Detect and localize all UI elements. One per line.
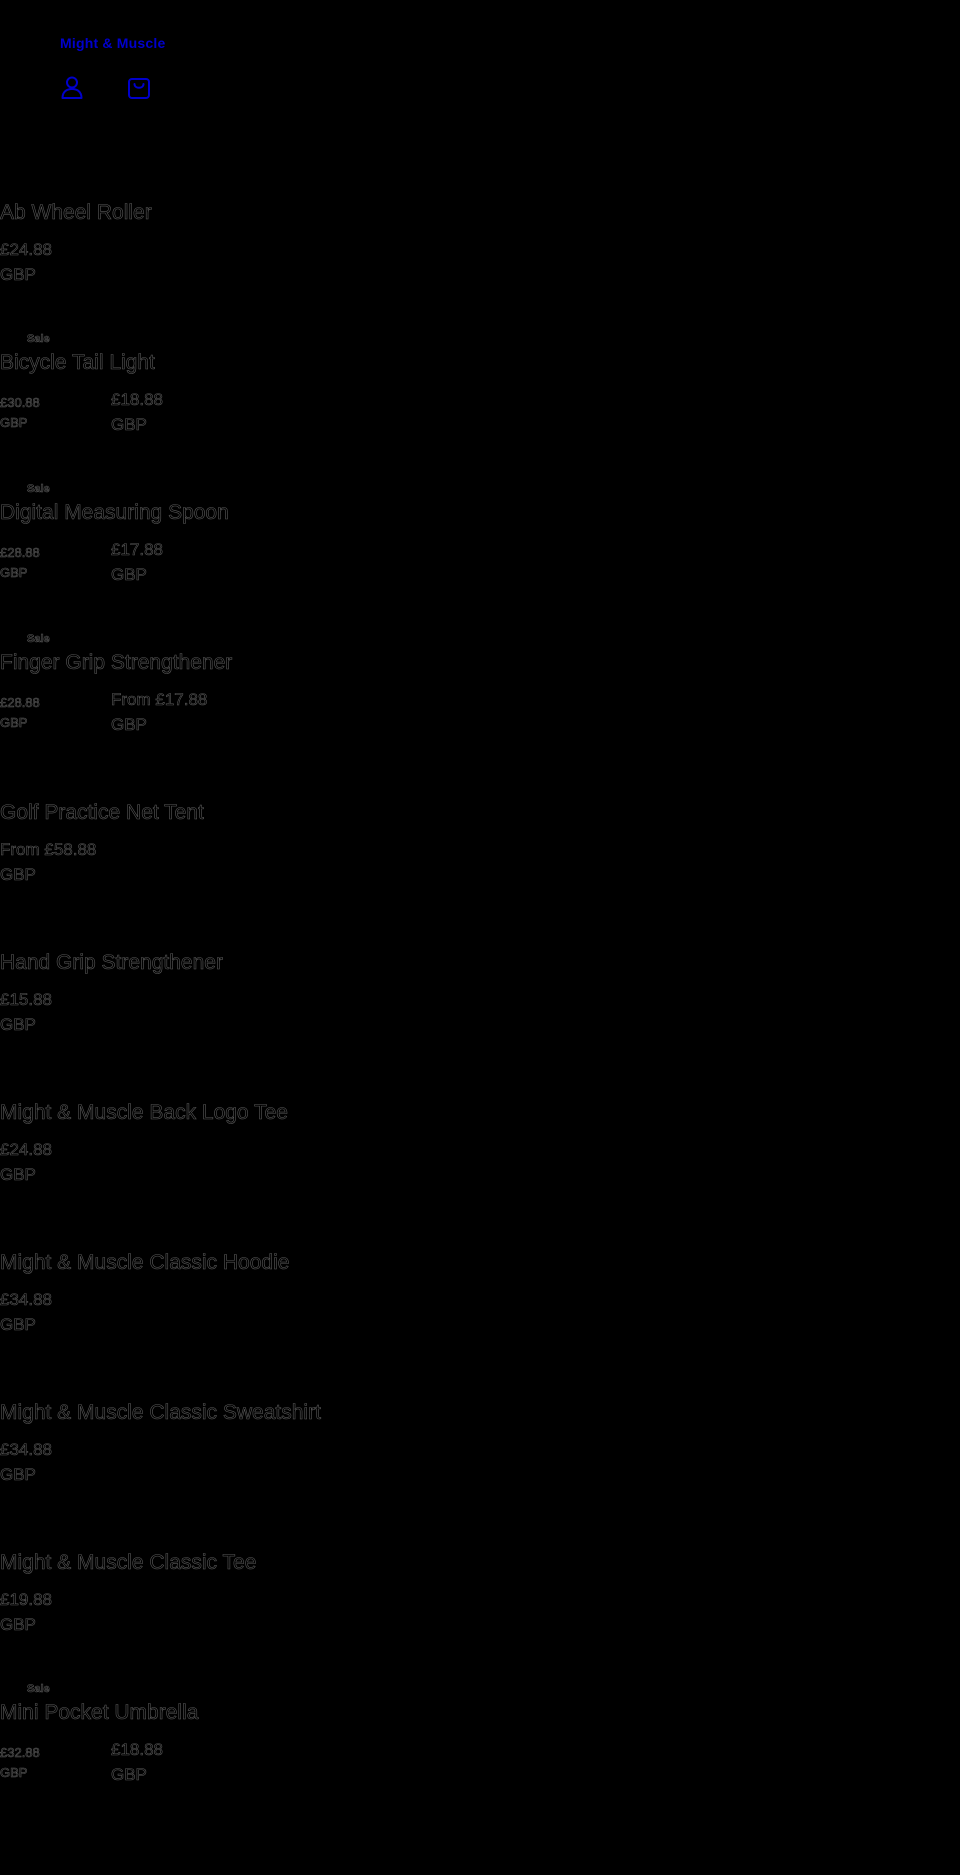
- product-card[interactable]: Sale Mini Pocket Umbrella £32.88 GBP £18.88 G…: [0, 1683, 960, 1845]
- price-value: £18.88: [111, 390, 164, 410]
- product-grid: Ab Wheel Roller £24.88 GBP Sale Bicycle Tail…: [0, 195, 960, 1845]
- compare-price-value: £32.88: [0, 1745, 40, 1761]
- product-price: From £58.88 GBP: [0, 837, 97, 887]
- price-value: £18.88: [111, 1740, 164, 1760]
- price-currency: GBP: [0, 1165, 36, 1185]
- price-value: £24.88: [0, 1140, 52, 1160]
- product-title-link[interactable]: Might & Muscle Classic Hoodie: [0, 1251, 290, 1275]
- price-value: £17.88: [111, 540, 164, 560]
- product-card[interactable]: Might & Muscle Classic Tee £19.88 GBP: [0, 1545, 960, 1695]
- compare-at-price: £28.88 GBP: [0, 543, 40, 583]
- price-value: From £17.88: [111, 690, 208, 710]
- product-title-link[interactable]: Bicycle Tail Light: [0, 351, 155, 375]
- price-currency: GBP: [0, 1615, 36, 1635]
- product-price: £34.88 GBP: [0, 1437, 52, 1487]
- price-value: From £58.88: [0, 840, 97, 860]
- sale-badge: Sale: [27, 483, 50, 496]
- product-price: £18.88 GBP: [111, 387, 164, 437]
- product-title-link[interactable]: Ab Wheel Roller: [0, 201, 152, 225]
- compare-price-value: £28.88: [0, 545, 40, 561]
- price-value: £34.88: [0, 1290, 52, 1310]
- price-value: £19.88: [0, 1590, 52, 1610]
- product-price: From £17.88 GBP: [111, 687, 208, 737]
- price-currency: GBP: [0, 265, 36, 285]
- product-price: £19.88 GBP: [0, 1587, 52, 1637]
- product-title-link[interactable]: Finger Grip Strengthener: [0, 651, 233, 675]
- price-value: £34.88: [0, 1440, 52, 1460]
- price-currency: GBP: [0, 1015, 36, 1035]
- product-price: £24.88 GBP: [0, 1137, 52, 1187]
- compare-price-currency: GBP: [0, 1765, 28, 1781]
- sale-badge: Sale: [27, 633, 50, 646]
- product-card[interactable]: Might & Muscle Classic Hoodie £34.88 GBP: [0, 1245, 960, 1395]
- price-currency: GBP: [111, 1765, 148, 1785]
- product-title-link[interactable]: Might & Muscle Classic Tee: [0, 1551, 257, 1575]
- product-card[interactable]: Sale Digital Measuring Spoon £28.88 GBP £17.…: [0, 483, 960, 645]
- product-title-link[interactable]: Golf Practice Net Tent: [0, 801, 204, 825]
- price-currency: GBP: [0, 1315, 36, 1335]
- product-price: £24.88 GBP: [0, 237, 52, 287]
- compare-at-price: £28.88 GBP: [0, 693, 40, 733]
- price-currency: GBP: [0, 1465, 36, 1485]
- price-currency: GBP: [111, 565, 148, 585]
- cart-link[interactable]: [126, 74, 152, 100]
- product-price: £34.88 GBP: [0, 1287, 52, 1337]
- product-card[interactable]: Ab Wheel Roller £24.88 GBP: [0, 195, 960, 345]
- product-title-link[interactable]: Might & Muscle Classic Sweatshirt: [0, 1401, 321, 1425]
- product-price: £18.88 GBP: [111, 1737, 164, 1787]
- compare-price-value: £28.88: [0, 695, 40, 711]
- compare-at-price: £32.88 GBP: [0, 1743, 40, 1783]
- brand-logo-link[interactable]: Might & Muscle: [60, 35, 165, 51]
- price-currency: GBP: [0, 865, 36, 885]
- sale-badge: Sale: [27, 1683, 50, 1696]
- account-link[interactable]: [59, 74, 85, 100]
- person-icon: [61, 76, 83, 99]
- site-header: Might & Muscle: [0, 0, 960, 120]
- compare-price-value: £30.88: [0, 395, 40, 411]
- product-card[interactable]: Hand Grip Strengthener £15.88 GBP: [0, 945, 960, 1095]
- compare-at-price: £30.88 GBP: [0, 393, 40, 433]
- product-card[interactable]: Sale Finger Grip Strengthener £28.88 GBP Fro…: [0, 633, 960, 795]
- product-title-link[interactable]: Digital Measuring Spoon: [0, 501, 229, 525]
- product-title-link[interactable]: Hand Grip Strengthener: [0, 951, 223, 975]
- price-value: £24.88: [0, 240, 52, 260]
- product-title-link[interactable]: Mini Pocket Umbrella: [0, 1701, 199, 1725]
- price-value: £15.88: [0, 990, 52, 1010]
- compare-price-currency: GBP: [0, 565, 28, 581]
- compare-price-currency: GBP: [0, 715, 28, 731]
- compare-price-currency: GBP: [0, 415, 28, 431]
- product-card[interactable]: Golf Practice Net Tent From £58.88 GBP: [0, 795, 960, 945]
- product-price: £15.88 GBP: [0, 987, 52, 1037]
- product-card[interactable]: Sale Bicycle Tail Light £30.88 GBP £18.88 GBP: [0, 333, 960, 495]
- sale-badge: Sale: [27, 333, 50, 346]
- price-currency: GBP: [111, 415, 148, 435]
- product-title-link[interactable]: Might & Muscle Back Logo Tee: [0, 1101, 288, 1125]
- price-currency: GBP: [111, 715, 148, 735]
- product-price: £17.88 GBP: [111, 537, 164, 587]
- product-card[interactable]: Might & Muscle Back Logo Tee £24.88 GBP: [0, 1095, 960, 1245]
- product-card[interactable]: Might & Muscle Classic Sweatshirt £34.88 G…: [0, 1395, 960, 1545]
- bag-icon: [128, 78, 150, 99]
